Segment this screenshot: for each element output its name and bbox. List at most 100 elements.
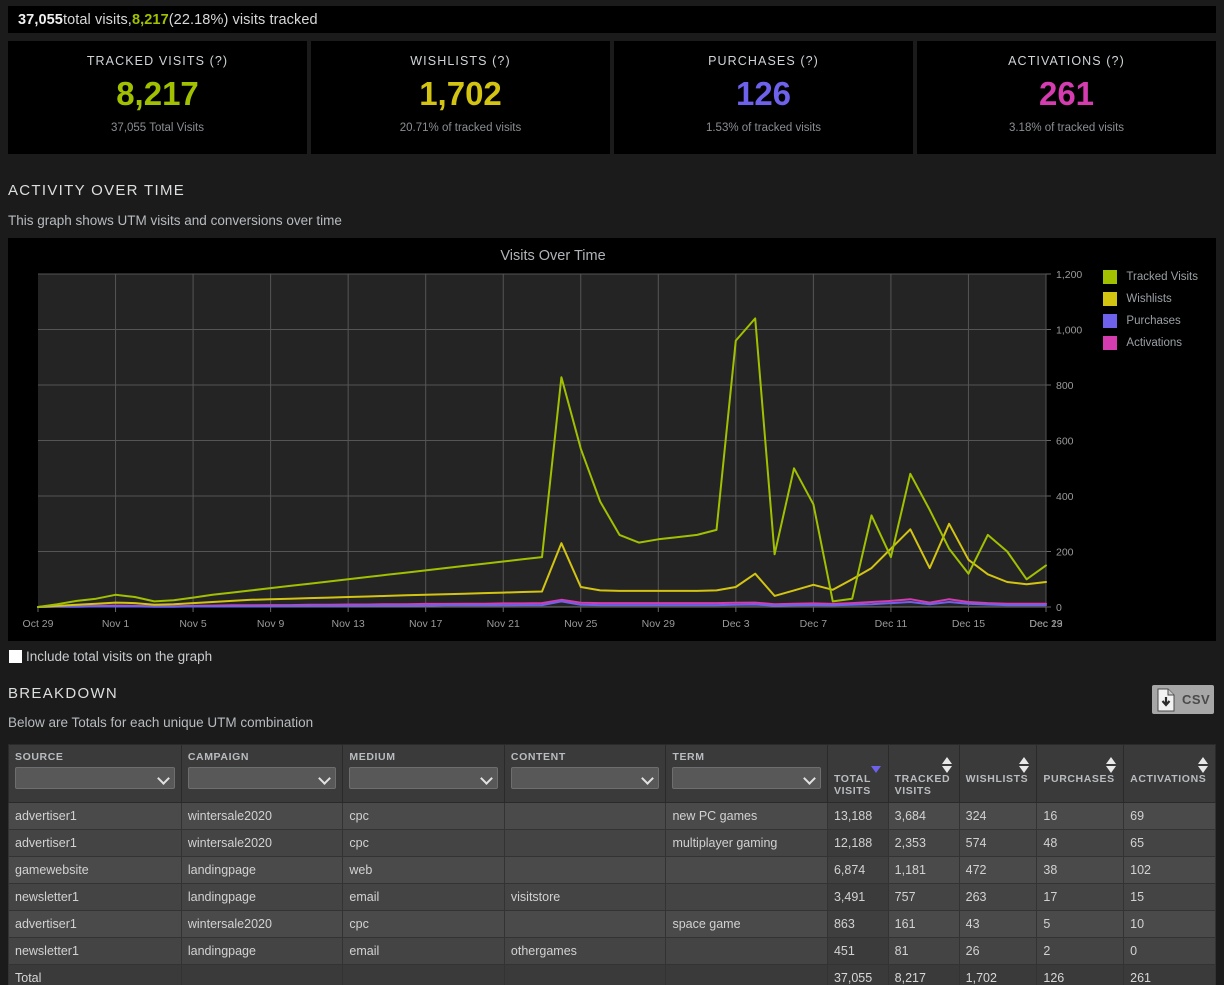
table-cell: 161 <box>888 911 959 938</box>
legend-label: Wishlists <box>1126 293 1171 305</box>
table-total-cell <box>343 965 505 985</box>
table-cell: email <box>343 884 505 911</box>
legend-label: Activations <box>1126 337 1182 349</box>
card-title: WISHLISTS (?) <box>410 54 510 68</box>
summary-total-visits: 37,055 <box>18 12 63 28</box>
table-cell: 43 <box>959 911 1037 938</box>
column-header-tracked-visits[interactable]: TRACKED VISITS <box>888 745 959 803</box>
table-cell: 0 <box>1124 938 1216 965</box>
table-cell: advertiser1 <box>9 803 182 830</box>
svg-text:400: 400 <box>1056 491 1074 503</box>
sort-desc-icon <box>1198 766 1208 773</box>
table-cell: visitstore <box>504 884 666 911</box>
column-label: TERM <box>672 751 821 763</box>
include-total-visits-checkbox[interactable] <box>9 650 22 663</box>
sort-desc-icon <box>1106 766 1116 773</box>
card-title: ACTIVATIONS (?) <box>1008 54 1125 68</box>
sort-indicator-total-visits[interactable] <box>871 757 880 773</box>
card-title: PURCHASES (?) <box>708 54 819 68</box>
column-label: MEDIUM <box>349 751 498 763</box>
chevron-down-icon <box>319 772 332 785</box>
sort-indicator-activations[interactable] <box>1198 757 1207 773</box>
table-cell: landingpage <box>181 884 343 911</box>
legend-swatch-icon <box>1103 336 1117 350</box>
table-cell: othergames <box>504 938 666 965</box>
sort-asc-icon <box>1019 757 1029 764</box>
legend-item-activations[interactable]: Activations <box>1103 336 1198 350</box>
table-cell: 81 <box>888 938 959 965</box>
legend-item-tracked-visits[interactable]: Tracked Visits <box>1103 270 1198 284</box>
stat-cards: TRACKED VISITS (?) 8,217 37,055 Total Vi… <box>8 41 1216 154</box>
svg-text:Nov 17: Nov 17 <box>409 618 442 630</box>
table-cell: 3,491 <box>827 884 888 911</box>
table-row[interactable]: newsletter1landingpageemailothergames451… <box>9 938 1216 965</box>
card-subtext: 3.18% of tracked visits <box>1009 122 1124 134</box>
table-row[interactable]: advertiser1wintersale2020cpcmultiplayer … <box>9 830 1216 857</box>
card-subtext: 1.53% of tracked visits <box>706 122 821 134</box>
table-cell: 26 <box>959 938 1037 965</box>
term-filter-select[interactable] <box>672 767 821 789</box>
table-cell: space game <box>666 911 828 938</box>
svg-text:600: 600 <box>1056 436 1074 448</box>
table-cell: landingpage <box>181 857 343 884</box>
table-cell: 1,181 <box>888 857 959 884</box>
summary-total-label: total visits, <box>63 12 132 28</box>
table-row[interactable]: advertiser1wintersale2020cpcspace game86… <box>9 911 1216 938</box>
column-header-wishlists[interactable]: WISHLISTS <box>959 745 1037 803</box>
table-cell <box>504 803 666 830</box>
chevron-down-icon <box>642 772 655 785</box>
svg-text:Nov 9: Nov 9 <box>257 618 285 630</box>
svg-text:800: 800 <box>1056 380 1074 392</box>
sort-indicator-purchases[interactable] <box>1106 757 1115 773</box>
table-cell: gamewebsite <box>9 857 182 884</box>
table-cell: 16 <box>1037 803 1124 830</box>
table-cell: 6,874 <box>827 857 888 884</box>
table-cell: 451 <box>827 938 888 965</box>
column-label: SOURCE <box>15 751 175 763</box>
include-total-visits-row[interactable]: Include total visits on the graph <box>9 649 212 664</box>
sort-desc-icon <box>942 766 952 773</box>
table-row[interactable]: gamewebsitelandingpageweb6,8741,18147238… <box>9 857 1216 884</box>
table-row[interactable]: advertiser1wintersale2020cpcnew PC games… <box>9 803 1216 830</box>
svg-text:Dec 11: Dec 11 <box>875 618 908 630</box>
breakdown-heading: BREAKDOWN <box>8 685 118 702</box>
table-cell <box>504 830 666 857</box>
column-label: CONTENT <box>511 751 660 763</box>
content-filter-select[interactable] <box>511 767 660 789</box>
legend-item-purchases[interactable]: Purchases <box>1103 314 1198 328</box>
legend-label: Tracked Visits <box>1126 271 1198 283</box>
table-cell: advertiser1 <box>9 830 182 857</box>
table-total-cell: 37,055 <box>827 965 888 985</box>
table-cell: 263 <box>959 884 1037 911</box>
source-filter-select[interactable] <box>15 767 175 789</box>
breakdown-table: SOURCE CAMPAIGN MEDIUM CONTENT TERM <box>8 744 1216 985</box>
summary-tracked-suffix: (22.18%) visits tracked <box>169 12 318 28</box>
summary-bar: 37,055 total visits, 8,217 (22.18%) visi… <box>8 6 1216 33</box>
table-cell <box>666 884 828 911</box>
table-cell: 17 <box>1037 884 1124 911</box>
table-cell: newsletter1 <box>9 884 182 911</box>
table-cell: 2,353 <box>888 830 959 857</box>
campaign-filter-select[interactable] <box>188 767 337 789</box>
sort-indicator-tracked-visits[interactable] <box>942 757 951 773</box>
table-cell: 574 <box>959 830 1037 857</box>
legend-item-wishlists[interactable]: Wishlists <box>1103 292 1198 306</box>
table-cell: 69 <box>1124 803 1216 830</box>
column-header-total-visits[interactable]: TOTAL VISITS <box>827 745 888 803</box>
table-total-cell <box>666 965 828 985</box>
table-cell: email <box>343 938 505 965</box>
stat-card-wishlists: WISHLISTS (?) 1,702 20.71% of tracked vi… <box>311 41 610 154</box>
legend-swatch-icon <box>1103 270 1117 284</box>
column-header-purchases[interactable]: PURCHASES <box>1037 745 1124 803</box>
table-cell: 5 <box>1037 911 1124 938</box>
chevron-down-icon <box>480 772 493 785</box>
legend-swatch-icon <box>1103 292 1117 306</box>
sort-asc-icon <box>1106 757 1116 764</box>
sort-indicator-wishlists[interactable] <box>1019 757 1028 773</box>
download-csv-button[interactable]: CSV <box>1152 685 1214 714</box>
table-cell: 3,684 <box>888 803 959 830</box>
table-row[interactable]: newsletter1landingpageemailvisitstore 3,4… <box>9 884 1216 911</box>
table-cell: advertiser1 <box>9 911 182 938</box>
medium-filter-select[interactable] <box>349 767 498 789</box>
column-header-activations[interactable]: ACTIVATIONS <box>1124 745 1216 803</box>
